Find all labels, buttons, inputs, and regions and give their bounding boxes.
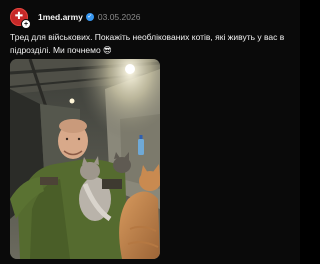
post-text: Тред для військових. Покажіть необлікова… [10,32,285,55]
post-photo[interactable] [10,59,160,259]
follow-plus-icon[interactable]: + [21,19,31,29]
post-card: ✚ + 1med.army ✓ 03.05.2026 Тред для війс… [0,0,300,264]
verified-badge-icon: ✓ [85,13,94,21]
post-date: 03.05.2026 [97,12,141,22]
username[interactable]: 1med.army [38,12,83,22]
post-header: ✚ + 1med.army ✓ 03.05.2026 [10,6,141,29]
avatar[interactable]: ✚ + [10,8,31,29]
post-photo-image [10,59,160,259]
